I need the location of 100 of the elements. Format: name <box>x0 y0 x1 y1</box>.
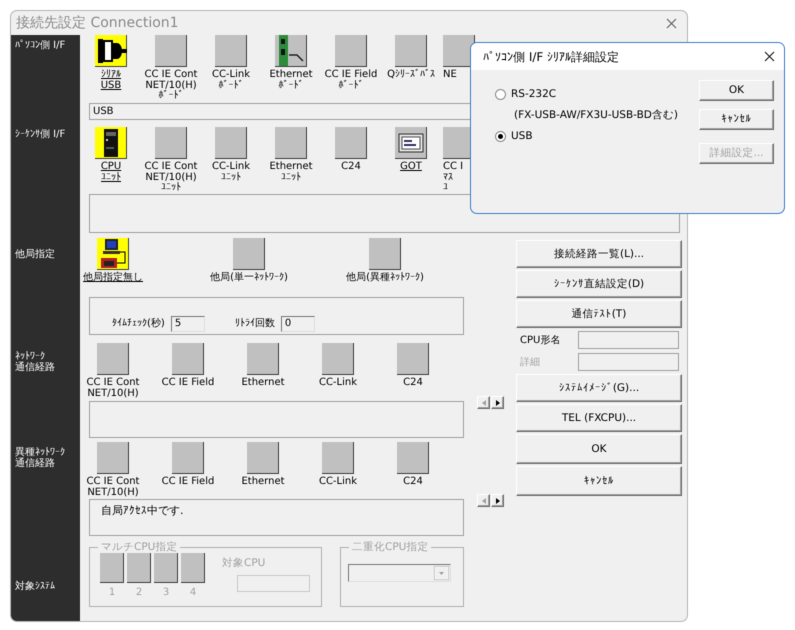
option-label[interactable]: NET/10(H) <box>87 488 139 498</box>
blank-tile-icon <box>154 553 178 583</box>
option-label[interactable]: CC I <box>443 162 464 172</box>
option-label[interactable]: ﾎﾞｰﾄﾞ <box>218 80 244 91</box>
option-label[interactable]: CC IE Cont <box>86 378 140 388</box>
option-label[interactable]: Ethernet <box>241 378 285 388</box>
option-label[interactable]: CC-Link <box>318 477 358 488</box>
blank-tile-icon[interactable] <box>397 442 429 474</box>
option-label[interactable]: CC IE Field <box>162 378 214 388</box>
blank-tile-icon[interactable] <box>172 343 204 375</box>
side-button[interactable]: OK <box>516 434 682 464</box>
blank-tile-icon[interactable] <box>247 343 279 375</box>
side-button[interactable]: ｼｽﾃﾑｲﾒｰｼﾞ(G)... <box>516 374 682 402</box>
option-label[interactable]: ﾕ <box>443 183 448 194</box>
radio-button[interactable] <box>495 89 506 100</box>
option-label[interactable]: NET/10(H) <box>145 80 197 91</box>
blank-tile-icon[interactable] <box>233 238 265 270</box>
side-button[interactable]: TEL (FXCPU)... <box>516 404 682 432</box>
option-label[interactable]: CC-Link <box>318 378 358 388</box>
option-label[interactable]: CC IE Field <box>324 70 378 80</box>
radio-button[interactable] <box>495 131 506 142</box>
blank-tile-icon[interactable] <box>275 127 307 159</box>
option-label[interactable]: CC IE Field <box>162 477 214 488</box>
option-label[interactable]: CC IE Cont <box>86 477 140 488</box>
circuit-board-icon[interactable] <box>275 35 307 67</box>
blank-tile-icon[interactable] <box>155 35 187 67</box>
field-label: CPU形名 <box>519 334 562 346</box>
connector-icon[interactable] <box>95 35 127 67</box>
option-label[interactable]: ﾕﾆｯﾄ <box>221 172 241 183</box>
option-label[interactable]: ﾕﾆｯﾄ <box>101 172 121 183</box>
blank-tile-icon[interactable] <box>155 127 187 159</box>
blank-tile-icon[interactable] <box>97 343 129 375</box>
blank-tile-icon[interactable] <box>335 35 367 67</box>
dialog-button[interactable]: OK <box>699 80 774 101</box>
option-label[interactable]: C24 <box>403 477 423 488</box>
option-label[interactable]: CC IE Cont <box>144 70 198 80</box>
blank-tile-icon[interactable] <box>395 35 427 67</box>
option-label[interactable]: ﾎﾞｰﾄﾞ <box>338 80 364 91</box>
section-label: 通信経路 <box>15 362 55 373</box>
option-label[interactable]: Ethernet <box>269 70 313 80</box>
option-label[interactable]: NET/10(H) <box>87 388 139 399</box>
blank-tile-icon[interactable] <box>97 442 129 474</box>
side-button[interactable]: ｼｰｹﾝｻ直結設定(D) <box>516 270 682 298</box>
scroll-right-button[interactable] <box>491 396 504 409</box>
close-icon[interactable] <box>764 51 775 62</box>
option-label[interactable]: ｼﾘｱﾙ <box>101 70 121 80</box>
blank-tile-icon[interactable] <box>335 127 367 159</box>
blank-tile-icon[interactable] <box>369 238 401 270</box>
option-label[interactable]: ﾏｽ <box>443 172 453 183</box>
plc-unit-icon[interactable] <box>95 127 127 159</box>
option-label[interactable]: USB <box>100 80 122 91</box>
scroll-left-button[interactable] <box>477 396 490 409</box>
option-label[interactable]: CPU <box>100 162 122 172</box>
option-label[interactable]: ﾕﾆｯﾄ <box>280 172 301 183</box>
option-label[interactable]: CC-Link <box>212 162 250 172</box>
field-label: 対象CPU <box>222 558 266 569</box>
option-label[interactable]: C24 <box>403 378 423 388</box>
blank-tile-icon[interactable] <box>443 35 475 67</box>
option-label[interactable]: CC IE Cont <box>144 162 198 172</box>
side-button[interactable]: ｷｬﾝｾﾙ <box>516 466 682 496</box>
option-label[interactable]: CC-Link <box>212 70 250 80</box>
computer-icon[interactable] <box>97 238 129 270</box>
side-button[interactable]: 通信ﾃｽﾄ(T) <box>516 300 682 328</box>
scroll-right-button[interactable] <box>491 494 504 507</box>
option-label[interactable]: Ethernet <box>269 162 313 172</box>
option-label[interactable]: NET/10(H) <box>145 172 197 183</box>
text-field[interactable] <box>578 331 679 349</box>
option-label[interactable]: ﾎﾞｰﾄﾞ <box>278 80 304 91</box>
display-panel-icon[interactable] <box>395 127 427 159</box>
option-label[interactable]: RS-232C <box>511 89 556 100</box>
option-label[interactable]: USB <box>511 131 533 142</box>
blank-tile-icon[interactable] <box>215 35 247 67</box>
option-label[interactable]: 他局(異種ﾈｯﾄﾜｰｸ) <box>346 273 424 284</box>
field-label: ﾀｲﾑﾁｪｯｸ(秒) <box>112 318 165 329</box>
option-label[interactable]: Qｼﾘｰｽﾞﾊﾞｽ <box>387 70 435 80</box>
blank-tile-icon[interactable] <box>322 343 354 375</box>
blank-tile-icon[interactable] <box>172 442 204 474</box>
option-label[interactable]: GOT <box>400 162 422 172</box>
number-field[interactable]: 5 <box>170 316 205 332</box>
option-label[interactable]: 他局(単一ﾈｯﾄﾜｰｸ) <box>210 273 288 284</box>
option-label[interactable]: Ethernet <box>241 477 285 488</box>
scroll-left-button[interactable] <box>477 494 490 507</box>
option-label[interactable]: ﾎﾞｰﾄﾞ <box>158 91 184 102</box>
section-label: 異種ﾈｯﾄﾜｰｸ <box>15 447 65 458</box>
option-label[interactable]: NE <box>443 70 457 80</box>
option-label[interactable]: 他局指定無し <box>83 273 143 284</box>
section-label: ｼｰｹﾝｻ側 I/F <box>15 129 66 140</box>
dialog-button[interactable]: ｷｬﾝｾﾙ <box>699 109 774 130</box>
blank-tile-icon <box>181 553 205 583</box>
blank-tile-icon[interactable] <box>247 442 279 474</box>
cpu-number: 4 <box>190 587 196 598</box>
blank-tile-icon[interactable] <box>322 442 354 474</box>
side-button[interactable]: 接続経路一覧(L)... <box>516 240 682 268</box>
blank-tile-icon[interactable] <box>397 343 429 375</box>
option-label[interactable]: ﾕﾆｯﾄ <box>160 183 181 194</box>
number-field[interactable]: 0 <box>280 316 315 332</box>
blank-tile-icon[interactable] <box>215 127 247 159</box>
left-arrow-icon <box>482 498 486 504</box>
left-arrow-icon <box>482 400 486 406</box>
option-label[interactable]: C24 <box>341 162 361 172</box>
